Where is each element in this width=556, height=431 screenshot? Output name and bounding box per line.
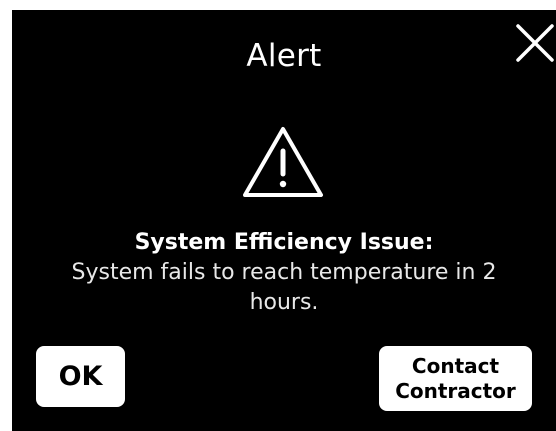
warning-triangle-icon [241,124,325,200]
dialog-title: Alert [246,38,322,74]
message-body: System fails to reach temperature in 2 h… [71,260,497,315]
alert-dialog: Alert System Efficiency Issue: System fa… [12,10,556,431]
contact-contractor-button[interactable]: Contact Contractor [379,346,532,411]
ok-button[interactable]: OK [36,346,125,407]
alert-message: System Efficiency Issue: System fails to… [12,228,556,318]
close-icon[interactable] [514,22,556,64]
message-heading: System Efficiency Issue: [134,230,434,255]
